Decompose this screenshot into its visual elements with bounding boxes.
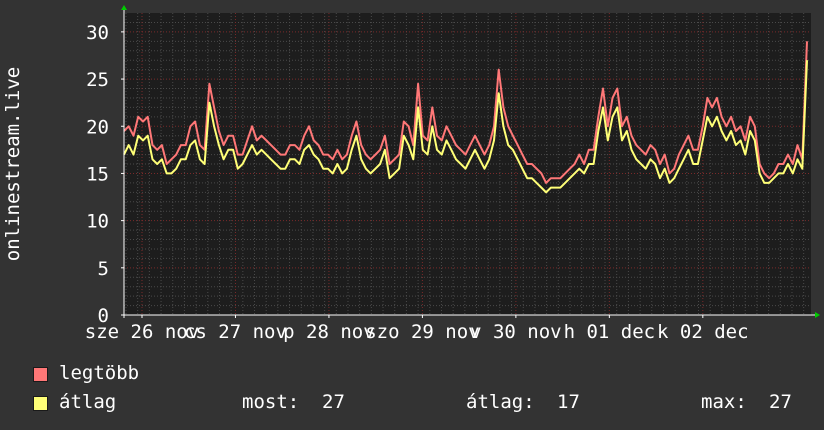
x-tick-label: p 28 nov bbox=[283, 321, 375, 343]
summary-most-label: most: bbox=[242, 391, 300, 413]
x-tick-label: k 02 dec bbox=[657, 321, 749, 343]
summary-max-value: 27 bbox=[769, 391, 792, 413]
x-axis-arrow bbox=[815, 312, 820, 318]
y-tick-label: 30 bbox=[86, 22, 109, 44]
legend-swatch-legtobb bbox=[33, 367, 48, 382]
y-tick-label: 5 bbox=[98, 258, 109, 280]
x-tick-label: cs 27 nov bbox=[184, 321, 287, 343]
y-tick-label: 15 bbox=[86, 163, 109, 185]
x-tick-label: v 30 nov bbox=[470, 321, 562, 343]
legend-label-legtobb: legtöbb bbox=[59, 362, 140, 384]
y-tick-labels: 051015202530 bbox=[86, 22, 109, 327]
summary-most-value: 27 bbox=[322, 391, 345, 413]
y-axis-label: onlinestream.live bbox=[2, 67, 24, 261]
x-tick-labels: sze 26 novcs 27 novp 28 novszo 29 novv 3… bbox=[85, 321, 749, 343]
x-tick-label: h 01 dec bbox=[564, 321, 656, 343]
summary-max-label: max: bbox=[701, 391, 747, 413]
y-tick-label: 10 bbox=[86, 211, 109, 233]
legend-swatch-atlag bbox=[33, 396, 48, 411]
y-axis-arrow bbox=[121, 5, 127, 10]
legend-label-atlag: átlag bbox=[59, 391, 117, 413]
y-tick-label: 20 bbox=[86, 116, 109, 138]
summary-atlag-value: 17 bbox=[557, 391, 580, 413]
x-tick-label: szo 29 nov bbox=[365, 321, 479, 343]
x-tick-label: sze 26 nov bbox=[85, 321, 199, 343]
summary-atlag-label: átlag: bbox=[466, 391, 535, 413]
y-tick-label: 25 bbox=[86, 69, 109, 91]
